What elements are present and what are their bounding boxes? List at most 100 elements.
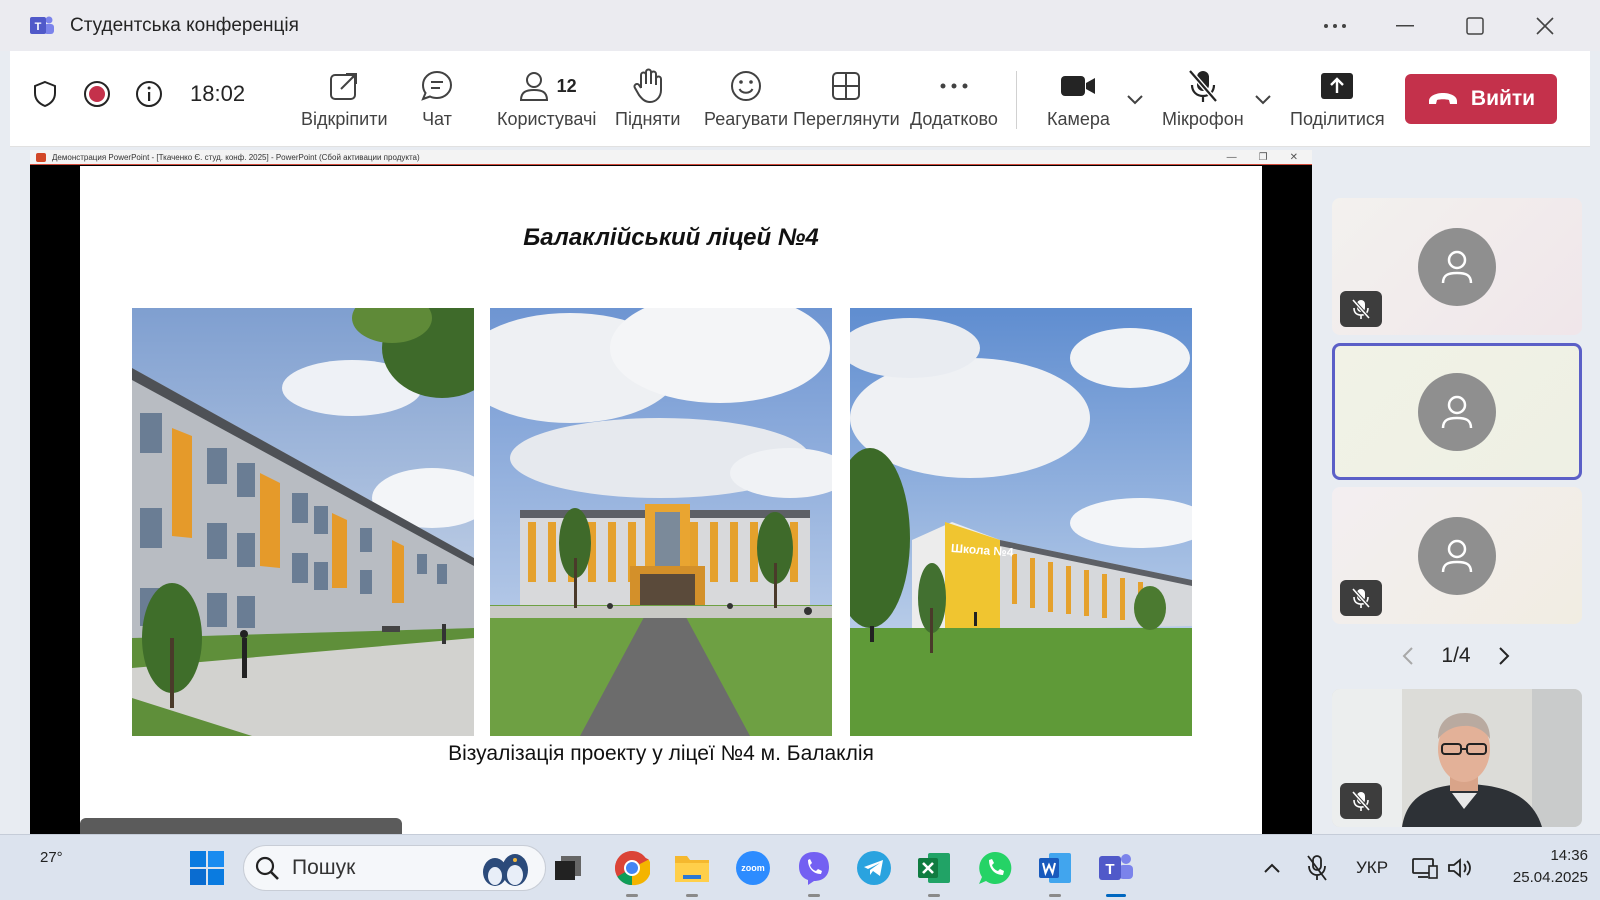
chat-label: Чат: [422, 109, 452, 129]
weather-widget[interactable]: 27°: [40, 849, 63, 866]
previous-page-chevron-icon[interactable]: [1400, 646, 1416, 666]
shield-icon[interactable]: [30, 79, 60, 109]
windows-logo-icon: [190, 851, 224, 885]
info-icon[interactable]: [134, 79, 164, 109]
microphone-options-chevron-icon[interactable]: [1253, 89, 1273, 109]
search-highlight-penguins-icon: [483, 854, 528, 886]
camera-button[interactable]: Камера: [1047, 65, 1110, 130]
share-button[interactable]: Поділитися: [1290, 65, 1385, 130]
popout-label: Відкріпити: [301, 109, 388, 129]
task-view-icon[interactable]: [548, 848, 588, 888]
share-screen-icon: [1321, 73, 1354, 99]
raise-hand-icon: [633, 68, 662, 103]
pp-close-icon: ✕: [1289, 152, 1298, 163]
powerpoint-window-title: Демонстрация PowerPoint - [Ткаченко Є. с…: [52, 152, 420, 162]
zoom-app-icon[interactable]: zoom: [733, 848, 773, 888]
file-explorer-app-icon[interactable]: [672, 848, 712, 897]
chat-icon: [421, 70, 453, 101]
close-window-button[interactable]: [1510, 0, 1580, 51]
slide-title: Балаклійський ліцей №4: [523, 224, 819, 251]
school-render-corner-photo: Школа №4: [850, 308, 1192, 736]
shared-screen: Демонстрация PowerPoint - [Ткаченко Є. с…: [30, 150, 1312, 834]
share-label: Поділитися: [1290, 109, 1385, 129]
clock-date: 25.04.2025: [1512, 869, 1588, 886]
view-button[interactable]: Переглянути: [793, 65, 900, 130]
popout-button[interactable]: Відкріпити: [301, 65, 388, 130]
participant-tile-active-speaker[interactable]: [1332, 343, 1582, 480]
participant-pager: 1/4: [1400, 640, 1512, 672]
people-label: Користувачі: [497, 109, 597, 129]
presentation-slide: Балаклійський ліцей №4 Школа №4 Візуаліз…: [80, 166, 1262, 834]
chat-button[interactable]: Чат: [420, 65, 454, 130]
window-title: Студентська конференція: [70, 14, 299, 36]
leave-button[interactable]: Вийти: [1405, 74, 1557, 124]
leave-label: Вийти: [1470, 87, 1536, 110]
svg-text:T: T: [1105, 861, 1114, 878]
hang-up-icon: [1428, 93, 1457, 104]
search-icon: [255, 856, 279, 880]
meeting-timer: 18:02: [190, 81, 246, 106]
taskbar-search[interactable]: Пошук: [243, 845, 546, 891]
start-button[interactable]: [188, 849, 226, 887]
powerpoint-window-bar: Демонстрация PowerPoint - [Ткаченко Є. с…: [30, 150, 1312, 165]
person-icon: [1441, 395, 1473, 429]
system-clock[interactable]: 14:36 25.04.2025: [1488, 845, 1588, 889]
participant-tile[interactable]: [1332, 198, 1582, 335]
camera-options-chevron-icon[interactable]: [1125, 89, 1145, 109]
teams-logo-icon: T: [28, 12, 56, 40]
tray-overflow-chevron-icon[interactable]: [1262, 835, 1282, 900]
microphone-button[interactable]: Мікрофон: [1162, 65, 1244, 130]
muted-badge: [1340, 580, 1382, 616]
people-count: 12: [556, 75, 577, 96]
muted-badge: [1340, 783, 1382, 819]
react-button[interactable]: Реагувати: [704, 65, 788, 130]
next-page-chevron-icon[interactable]: [1496, 646, 1512, 666]
microphone-muted-icon: [1351, 587, 1371, 609]
whatsapp-app-icon[interactable]: [975, 848, 1015, 888]
search-placeholder: Пошук: [292, 856, 356, 879]
teams-app-icon[interactable]: T: [1096, 848, 1136, 897]
toolbar-divider: [1016, 71, 1017, 129]
telegram-app-icon[interactable]: [854, 848, 894, 888]
windows-taskbar: 27° Пошук zoom T УКР 14:36 25.04.2025: [0, 834, 1600, 900]
recording-icon[interactable]: [82, 79, 112, 109]
volume-icon[interactable]: [1447, 835, 1473, 900]
excel-app-icon[interactable]: [914, 848, 954, 897]
school-render-side-photo: [132, 308, 474, 736]
meeting-toolbar: 18:02 Відкріпити Чат 12 Користувачі Підн…: [10, 51, 1590, 147]
avatar: [1418, 517, 1496, 595]
more-options-button[interactable]: [1300, 0, 1370, 51]
language-indicator[interactable]: УКР: [1356, 835, 1388, 900]
more-actions-button[interactable]: Додатково: [910, 65, 998, 130]
maximize-button[interactable]: [1440, 0, 1510, 51]
minimize-button[interactable]: [1370, 0, 1440, 51]
grid-view-icon: [832, 72, 861, 100]
school-render-front-photo: [490, 308, 832, 736]
raise-hand-button[interactable]: Підняти: [615, 65, 680, 130]
participant-video-tile[interactable]: [1332, 689, 1582, 827]
close-icon: [1536, 16, 1554, 35]
popout-icon: [330, 73, 358, 100]
page-indicator: 1/4: [1441, 644, 1471, 667]
participant-tile[interactable]: [1332, 487, 1582, 624]
people-icon: [519, 72, 548, 101]
zoom-app-label: zoom: [741, 863, 765, 873]
chrome-app-icon[interactable]: [612, 848, 652, 897]
people-button[interactable]: 12 Користувачі: [497, 65, 596, 130]
person-icon: [1441, 250, 1473, 284]
pp-restore-icon: ❐: [1258, 152, 1268, 163]
microphone-muted-icon: [1351, 298, 1371, 320]
microphone-muted-icon: [1187, 69, 1218, 103]
network-icon[interactable]: [1412, 835, 1438, 900]
avatar: [1418, 373, 1496, 451]
viber-app-icon[interactable]: [794, 848, 834, 897]
react-label: Реагувати: [704, 109, 789, 129]
microphone-muted-icon: [1351, 790, 1371, 812]
smiley-icon: [731, 71, 762, 101]
raise-hand-label: Підняти: [615, 109, 681, 129]
word-app-icon[interactable]: [1035, 848, 1075, 897]
tray-microphone-muted-icon[interactable]: [1305, 835, 1329, 900]
shared-taskbar-fragment: [80, 818, 402, 834]
microphone-label: Мікрофон: [1162, 109, 1244, 129]
camera-label: Камера: [1047, 109, 1110, 129]
